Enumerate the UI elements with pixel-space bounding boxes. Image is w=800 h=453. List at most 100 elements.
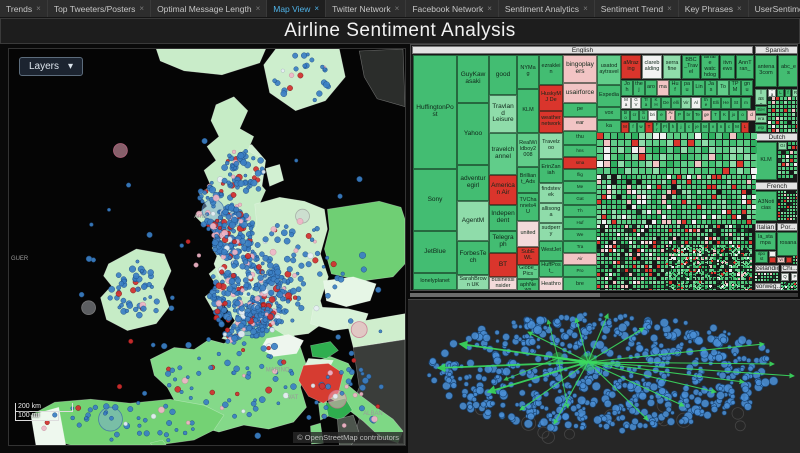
treemap-cell[interactable]: [768, 97, 771, 100]
treemap-cell[interactable]: [705, 260, 707, 262]
treemap-cell[interactable]: clarebalding: [642, 55, 662, 79]
treemap-cell[interactable]: [781, 203, 783, 205]
treemap-cell[interactable]: [699, 284, 701, 286]
treemap-cell[interactable]: [637, 241, 640, 244]
treemap-cell[interactable]: [621, 245, 624, 248]
treemap-cell[interactable]: [652, 210, 656, 214]
treemap-cell[interactable]: [738, 245, 740, 247]
treemap-cell[interactable]: [669, 287, 671, 289]
treemap-cell[interactable]: [685, 241, 688, 244]
treemap-cell[interactable]: [667, 210, 671, 214]
treemap-cell[interactable]: [653, 168, 659, 174]
treemap-cell[interactable]: [772, 129, 775, 132]
treemap-cell[interactable]: [597, 190, 601, 194]
treemap-cell[interactable]: K: [720, 110, 729, 121]
treemap-cell[interactable]: [752, 195, 756, 199]
treemap-cell[interactable]: [662, 175, 666, 179]
treemap-cell[interactable]: GV: [631, 97, 641, 109]
treemap-cell[interactable]: je: [693, 122, 701, 133]
treemap-cell[interactable]: [732, 245, 734, 247]
treemap-cell[interactable]: [797, 283, 798, 285]
treemap-cell[interactable]: [633, 241, 636, 244]
treemap-cell[interactable]: [625, 273, 628, 276]
treemap-cell[interactable]: [647, 195, 651, 199]
treemap-cell[interactable]: [601, 289, 604, 291]
treemap-cell[interactable]: [602, 175, 606, 179]
treemap-cell[interactable]: [609, 289, 612, 291]
treemap-cell[interactable]: [685, 233, 688, 236]
treemap-cell[interactable]: [653, 285, 656, 288]
treemap-cell[interactable]: [796, 113, 798, 116]
treemap-cell[interactable]: [625, 253, 628, 256]
treemap-cell[interactable]: [690, 281, 692, 283]
treemap-cell[interactable]: [611, 168, 617, 174]
treemap-cell[interactable]: [660, 154, 666, 160]
treemap-cell[interactable]: [790, 212, 792, 214]
treemap-cell[interactable]: [646, 140, 652, 146]
treemap-cell[interactable]: [702, 272, 704, 274]
treemap-cell[interactable]: [652, 180, 656, 184]
treemap-cell[interactable]: [699, 248, 701, 250]
treemap-cell[interactable]: [793, 259, 795, 261]
treemap-cell[interactable]: [707, 175, 711, 179]
treemap-cell[interactable]: [717, 215, 721, 219]
treemap-cell[interactable]: BT: [489, 253, 517, 277]
treemap-cell[interactable]: [702, 161, 708, 167]
treemap-cell[interactable]: [784, 218, 786, 220]
treemap-cell[interactable]: [697, 241, 700, 244]
treemap-cell[interactable]: [642, 195, 646, 199]
treemap-cell[interactable]: [723, 278, 725, 280]
treemap-cell[interactable]: [751, 168, 757, 174]
treemap-cell[interactable]: [730, 140, 736, 146]
treemap-cell[interactable]: [726, 257, 728, 259]
treemap-cell[interactable]: [727, 195, 731, 199]
treemap-cell[interactable]: [709, 147, 715, 153]
treemap-cell[interactable]: [742, 180, 746, 184]
treemap-cell[interactable]: [637, 237, 640, 240]
treemap-cell[interactable]: [685, 237, 688, 240]
treemap-cell[interactable]: [633, 233, 636, 236]
treemap-cell[interactable]: [712, 220, 716, 224]
treemap-cell[interactable]: [696, 248, 698, 250]
treemap-cell[interactable]: [633, 253, 636, 256]
treemap-cell[interactable]: [667, 185, 671, 189]
treemap-cell[interactable]: [752, 210, 756, 214]
treemap-cell[interactable]: [701, 261, 704, 264]
treemap-cell[interactable]: [750, 263, 752, 265]
treemap-cell[interactable]: [647, 200, 651, 204]
treemap-cell[interactable]: [796, 218, 798, 220]
treemap-cell[interactable]: [696, 290, 698, 291]
treemap-cell[interactable]: [772, 113, 775, 116]
treemap-cell[interactable]: [720, 266, 722, 268]
treemap-cell[interactable]: Joh: [621, 80, 633, 96]
treemap-cell[interactable]: [653, 257, 656, 260]
treemap-cell[interactable]: [633, 229, 636, 232]
treemap-cell[interactable]: [705, 257, 707, 259]
treemap-cell[interactable]: [687, 248, 689, 250]
treemap-cell[interactable]: [632, 147, 638, 153]
treemap-cell[interactable]: bre: [563, 277, 597, 291]
treemap-cell[interactable]: [776, 113, 779, 116]
treemap-cell[interactable]: [597, 205, 601, 209]
treemap-cell[interactable]: [796, 125, 798, 128]
treemap-cell[interactable]: [681, 284, 683, 286]
treemap-cell[interactable]: [632, 154, 638, 160]
treemap-cell[interactable]: j: [677, 122, 685, 133]
treemap-cell[interactable]: [605, 237, 608, 240]
treemap-cell[interactable]: serrafine: [663, 55, 681, 79]
treemap-cell[interactable]: [726, 272, 728, 274]
treemap-cell[interactable]: [627, 210, 631, 214]
treemap-cell[interactable]: [692, 180, 696, 184]
treemap-cell[interactable]: [713, 225, 716, 228]
treemap-cell[interactable]: [612, 210, 616, 214]
treemap-cell[interactable]: cr: [630, 110, 639, 121]
treemap-cell[interactable]: Heathro: [539, 277, 563, 291]
treemap-cell[interactable]: [629, 273, 632, 276]
treemap-cell[interactable]: [609, 229, 612, 232]
treemap-cell[interactable]: [717, 251, 719, 253]
treemap-cell[interactable]: [681, 260, 683, 262]
treemap-cell[interactable]: [669, 229, 672, 232]
treemap-cell[interactable]: He: [721, 97, 731, 109]
treemap-cell[interactable]: [790, 167, 793, 170]
treemap-cell[interactable]: [796, 142, 798, 145]
